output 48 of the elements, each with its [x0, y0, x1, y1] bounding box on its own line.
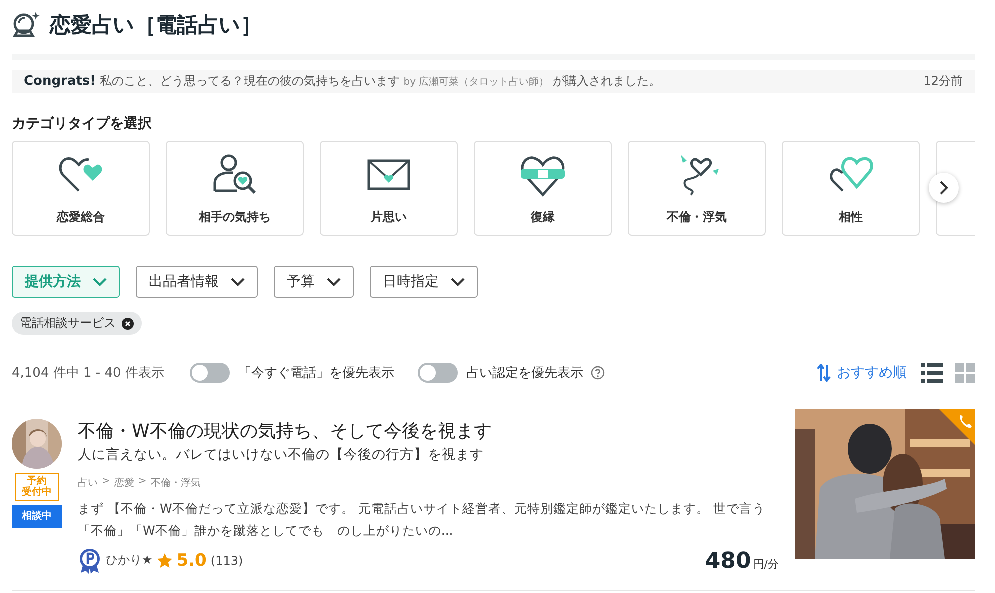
next-button[interactable]	[929, 173, 959, 203]
listing-subtitle: 人に言えない。バレてはいけない不倫の【今後の行方】を視ます	[78, 446, 485, 464]
section-heading: カテゴリタイプを選択	[12, 115, 153, 133]
sort-link[interactable]: おすすめ順	[817, 364, 907, 382]
category-card[interactable]: 相性	[782, 141, 920, 236]
chevron-down-icon	[451, 278, 465, 286]
medal-icon	[78, 548, 102, 574]
category-card[interactable]: 復縁	[474, 141, 612, 236]
category-card[interactable]: 片思い	[320, 141, 458, 236]
sort-icon	[817, 364, 831, 382]
chevron-down-icon	[327, 278, 341, 286]
status-badge: 相談中	[12, 505, 62, 528]
breadcrumb-separator: >	[138, 476, 147, 489]
filter-dropdown[interactable]: 日時指定	[370, 266, 478, 298]
category-card[interactable]: 恋愛総合	[12, 141, 150, 236]
star-icon	[156, 552, 173, 569]
breadcrumb-separator: >	[102, 476, 110, 489]
notice-time: 12分前	[924, 73, 963, 90]
toggle-label: 占い認定を優先表示	[466, 365, 584, 382]
category-card[interactable]: 不倫・浮気	[628, 141, 766, 236]
listing-description: まず 【不倫・W不倫だって立派な恋愛】です。 元電話占いサイト経営者、元特別鑑定師が鑑定いたします。 世で言う「不倫」「W不倫」誰かを蹴落としてでも のし上がりたいの...	[78, 500, 766, 540]
status-badge: 予約 受付中	[15, 473, 59, 501]
breadcrumb-link[interactable]: 不倫・浮気	[150, 476, 201, 490]
rating-score: 5.0	[176, 550, 207, 571]
price: 480 円/分	[705, 548, 779, 574]
filter-dropdown[interactable]: 出品者情報	[136, 266, 258, 298]
toggle-label: 「今すぐ電話」を優先表示	[238, 365, 394, 382]
listing-title[interactable]: 不倫・W不倫の現状の気持ち、そして今後を視ます	[78, 419, 779, 443]
category-card[interactable]: 相手の気持ち	[166, 141, 304, 236]
seller-name[interactable]: ひかり★	[106, 552, 153, 570]
breadcrumb-link[interactable]: 恋愛	[114, 476, 134, 490]
help-icon[interactable]	[591, 366, 606, 380]
phone-icon	[939, 409, 975, 445]
filter-dropdown[interactable]: 予算	[274, 266, 354, 298]
close-icon[interactable]	[122, 318, 134, 330]
chevron-down-icon	[231, 278, 245, 286]
review-count: (113)	[210, 554, 244, 568]
result-count: 4,104 件中 1 - 40 件表示	[12, 365, 164, 382]
list-view-icon[interactable]	[921, 363, 943, 383]
filter-chip[interactable]: 電話相談サービス	[12, 312, 142, 335]
breadcrumb-link[interactable]: 占い	[78, 476, 98, 490]
page-title: 恋愛占い［電話占い］	[50, 12, 262, 39]
toggle-switch[interactable]	[190, 363, 230, 383]
crystal-ball-icon	[12, 11, 42, 39]
chevron-down-icon	[93, 278, 107, 286]
toggle-switch[interactable]	[418, 363, 458, 383]
notice-text: Congrats! 私のこと、どう思ってる？現在の彼の気持ちを占います by 広瀬可菜（タロット占い師） が購入されました。	[24, 73, 662, 90]
chevron-right-icon	[939, 181, 949, 195]
